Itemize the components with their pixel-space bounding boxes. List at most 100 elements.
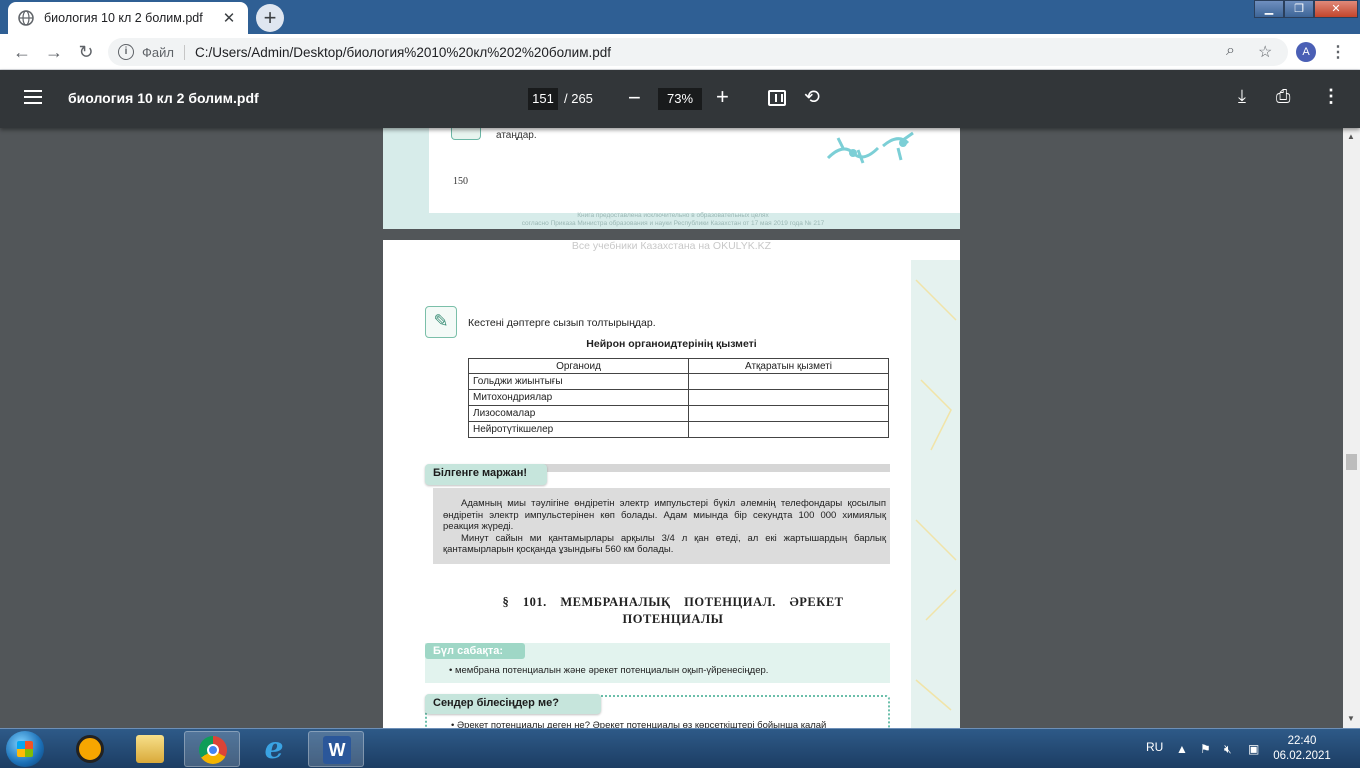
- organoid-table: Органоид Атқаратын қызметі Гольджи жиынт…: [468, 358, 889, 438]
- table-cell-empty: [688, 405, 889, 422]
- fact-header: Білгенге маржан!: [425, 464, 547, 485]
- maximize-button[interactable]: ❐: [1284, 0, 1314, 18]
- watermark: Все учебники Казахстана на OKULYK.KZ: [571, 240, 772, 252]
- table-cell: Нейротүтікшелер: [468, 421, 689, 438]
- pdf-page-151: Все учебники Казахстана на OKULYK.KZ ✎ К…: [383, 240, 960, 728]
- section-title-line-2: ПОТЕНЦИАЛЫ: [622, 612, 724, 626]
- table-header: Органоид: [468, 358, 689, 374]
- task-icon: ✎: [425, 306, 457, 338]
- section-title: § 101. МЕМБРАНАЛЫҚ ПОТЕНЦИАЛ. ӘРЕКЕТ ПОТ…: [473, 594, 873, 628]
- profile-avatar[interactable]: A: [1296, 42, 1316, 62]
- address-bar[interactable]: i Файл C:/Users/Admin/Desktop/биология%2…: [108, 38, 1288, 66]
- window-close-button[interactable]: ✕: [1314, 0, 1358, 18]
- scrollbar-thumb[interactable]: [1346, 454, 1357, 470]
- task-instruction: Кестені дәптерге сызып толтырыңдар.: [468, 317, 656, 329]
- flag-icon[interactable]: ⚑: [1200, 742, 1211, 756]
- rotate-icon[interactable]: ⟲: [804, 86, 820, 109]
- taskbar-app-word[interactable]: W: [308, 731, 364, 767]
- table-row: Гольджи жиынтығы: [468, 373, 889, 390]
- browser-toolbar: ← → ↻ i Файл C:/Users/Admin/Desktop/биол…: [0, 34, 1360, 70]
- info-icon[interactable]: i: [118, 44, 134, 60]
- new-tab-button[interactable]: +: [256, 4, 284, 32]
- vertical-scrollbar[interactable]: ▲ ▼: [1343, 128, 1360, 728]
- download-icon[interactable]: ⤓: [1238, 86, 1246, 107]
- more-actions-icon[interactable]: ⋮: [1322, 86, 1340, 107]
- lesson-header: Бүл сабақта:: [425, 643, 525, 659]
- fact-box: Адамның миы тәулігіне өндіретін электр и…: [433, 488, 890, 564]
- internet-explorer-icon: e: [264, 731, 284, 766]
- table-cell-empty: [688, 373, 889, 390]
- scroll-down-arrow-icon[interactable]: ▼: [1347, 714, 1355, 723]
- table-cell-empty: [688, 389, 889, 406]
- tab-strip: биология 10 кл 2 болим.pdf ✕ + ▁ ❐ ✕: [0, 0, 1360, 34]
- print-icon[interactable]: ⎙: [1276, 86, 1290, 107]
- page-side-band: [911, 260, 960, 728]
- zoom-out-button[interactable]: −: [628, 85, 641, 111]
- zoom-lens-icon[interactable]: ⌕: [1226, 42, 1235, 60]
- network-icon[interactable]: ▣: [1248, 742, 1259, 756]
- table-cell-empty: [688, 421, 889, 438]
- forward-arrow-icon[interactable]: →: [42, 40, 66, 64]
- word-icon: W: [323, 736, 351, 764]
- knowledge-header: Сендер білесіңдер ме?: [425, 694, 601, 714]
- window-controls: ▁ ❐ ✕: [1254, 0, 1358, 18]
- table-row: Митохондриялар: [468, 389, 889, 406]
- table-cell: Гольджи жиынтығы: [468, 373, 689, 390]
- folder-icon: [136, 735, 164, 763]
- volume-muted-icon[interactable]: 🔇︎: [1224, 742, 1232, 757]
- table-title: Нейрон органоидтерінің қызметі: [586, 338, 757, 350]
- browser-menu-icon[interactable]: ⋮: [1330, 42, 1346, 62]
- scheme-label: Файл: [142, 44, 185, 60]
- document-title: биология 10 кл 2 болим.pdf: [68, 90, 259, 106]
- banner-rule: [543, 464, 890, 472]
- neuron-illustration-icon: [826, 131, 914, 164]
- table-cell: Лизосомалар: [468, 405, 689, 422]
- decorative-lines-icon: [915, 279, 957, 711]
- clock[interactable]: 22:40 06.02.2021: [1272, 734, 1332, 764]
- table-cell: Митохондриялар: [468, 389, 689, 406]
- bookmark-star-icon[interactable]: ☆: [1258, 42, 1272, 62]
- back-arrow-icon[interactable]: ←: [10, 40, 34, 64]
- footer-note-line-2: согласно Приказа Министра образования и …: [521, 220, 825, 227]
- pdf-toolbar: биология 10 кл 2 болим.pdf 151 / 265 − 7…: [0, 70, 1360, 128]
- tray-expand-icon[interactable]: ▲: [1176, 742, 1188, 756]
- taskbar-app-ie[interactable]: e: [246, 731, 302, 767]
- footer-note: Книга предоставлена исключительно в обра…: [483, 212, 863, 228]
- fact-paragraph-1: Адамның миы тәулігіне өндіретін электр и…: [443, 498, 886, 532]
- table-header-row: Органоид Атқаратын қызметі: [468, 358, 889, 374]
- minimize-button[interactable]: ▁: [1254, 0, 1284, 18]
- clock-time: 22:40: [1287, 735, 1317, 747]
- taskbar-app-chrome[interactable]: [184, 731, 240, 767]
- hamburger-menu-icon[interactable]: [24, 90, 42, 108]
- page-number: 150: [453, 176, 468, 187]
- knowledge-box: Сендер білесіңдер ме? • Әрекет потенциал…: [425, 694, 890, 728]
- zoom-in-button[interactable]: +: [716, 84, 729, 110]
- task-icon: [451, 128, 481, 140]
- taskbar: e W RU ▲ ⚑ 🔇︎ ▣ 22:40 06.02.2021: [0, 728, 1360, 768]
- table-header: Атқаратын қызметі: [688, 358, 889, 374]
- url-text[interactable]: C:/Users/Admin/Desktop/биология%2010%20к…: [195, 45, 611, 60]
- taskbar-app-explorer[interactable]: [122, 731, 178, 767]
- table-row: Лизосомалар: [468, 405, 889, 422]
- lesson-item: • мембрана потенциалын және әрекет потен…: [449, 665, 769, 676]
- tab-close-icon[interactable]: ✕: [220, 9, 238, 27]
- taskbar-app-avast[interactable]: [62, 731, 118, 767]
- zoom-input[interactable]: 73%: [658, 88, 702, 110]
- avast-icon: [76, 735, 104, 763]
- browser-tab[interactable]: биология 10 кл 2 болим.pdf ✕: [8, 2, 248, 34]
- pdf-page-150: атаңдар. 150 Книга предоставлена исключи…: [383, 128, 960, 229]
- knowledge-item: • Әрекет потенциалы деген не? Әрекет пот…: [451, 720, 827, 728]
- table-row: Нейротүтікшелер: [468, 421, 889, 438]
- page-number-input[interactable]: 151: [528, 88, 558, 110]
- fact-paragraph-2: Минут сайын ми қантамырлары арқылы 3/4 л…: [443, 532, 886, 556]
- tab-title: биология 10 кл 2 болим.pdf: [44, 11, 203, 25]
- reload-icon[interactable]: ↻: [74, 40, 98, 64]
- fit-to-page-icon[interactable]: [768, 90, 786, 106]
- clock-date: 06.02.2021: [1273, 750, 1331, 762]
- start-button[interactable]: [6, 731, 44, 767]
- scroll-up-arrow-icon[interactable]: ▲: [1347, 132, 1355, 141]
- page-total: / 265: [564, 91, 593, 106]
- language-indicator[interactable]: RU: [1146, 740, 1163, 754]
- footer-note-line-1: Книга предоставлена исключительно в обра…: [577, 212, 769, 219]
- lesson-box: Бүл сабақта: • мембрана потенциалын және…: [425, 643, 890, 683]
